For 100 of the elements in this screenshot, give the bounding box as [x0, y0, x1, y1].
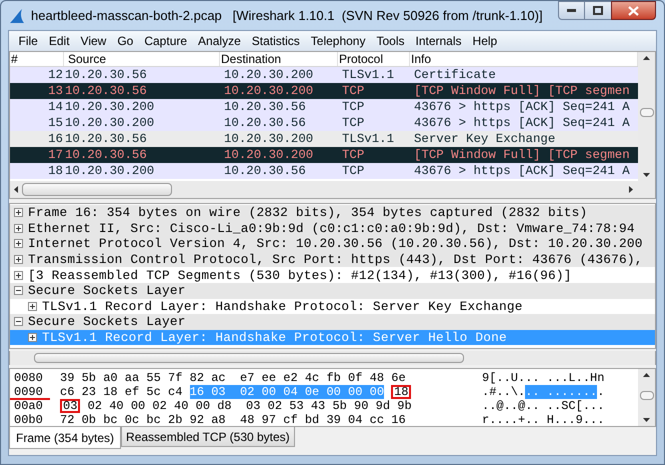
- packet-row[interactable]: 14 10.20.30.200 10.20.30.56 TCP 43676 > https [ACK] Seq=241 A: [10, 99, 638, 115]
- expand-icon[interactable]: [14, 239, 23, 248]
- hex-offset: 0080: [14, 371, 44, 385]
- scroll-down-icon: [643, 173, 650, 177]
- menu-item[interactable]: File: [13, 32, 44, 50]
- packet-row[interactable]: 16 10.20.30.56 10.20.30.200 TLSv1.1 Server Key Exchange: [10, 131, 638, 147]
- table-cell-text: 12: [47, 67, 64, 83]
- table-cell-text: 10.20.30.56: [223, 163, 307, 179]
- menu-item[interactable]: Help: [467, 32, 503, 50]
- packet-row[interactable]: 18 10.20.30.200 10.20.30.56 TCP 43676 > https [ACK] Seq=241 A: [10, 163, 638, 179]
- table-cell-text: TLSv1.1: [341, 131, 396, 147]
- hex-bytes: c6 23 18 ef 5c c4: [60, 385, 184, 399]
- tree-item[interactable]: Frame 16: 354 bytes on wire (2832 bits), 354 bytes captured (2832 bits): [10, 205, 655, 221]
- maximize-button[interactable]: [585, 1, 611, 20]
- expand-icon[interactable]: [14, 208, 23, 218]
- tree-item-label: TLSv1.1 Record Layer: Handshake Protocol: Server Hello Done: [42, 330, 507, 346]
- ascii-text: .#..\.: [482, 385, 526, 399]
- table-cell-text: 14: [47, 99, 64, 115]
- scroll-thumb[interactable]: [640, 391, 654, 400]
- table-cell-text: TCP: [341, 147, 366, 163]
- table-cell-text: 15: [47, 115, 64, 131]
- packet-row[interactable]: 12 10.20.30.56 10.20.30.200 TLSv1.1 Certificate: [10, 67, 638, 83]
- collapse-icon[interactable]: [14, 286, 23, 296]
- close-icon: [628, 6, 639, 16]
- menu-item[interactable]: Analyze: [192, 32, 246, 50]
- tree-item-label: Secure Sockets Layer: [28, 283, 186, 298]
- vertical-scrollbar[interactable]: [638, 369, 655, 426]
- tree-item[interactable]: Secure Sockets Layer: [10, 282, 655, 299]
- table-cell-text: 10.20.30.56: [64, 131, 148, 147]
- table-cell-text: TCP: [341, 99, 366, 115]
- tree-item-label: [3 Reassembled TCP Segments (530 bytes): #12(134), #13(300), #16(96)]: [28, 268, 572, 283]
- expand-icon[interactable]: [28, 302, 37, 311]
- horizontal-scrollbar[interactable]: [10, 181, 655, 198]
- packet-row[interactable]: 15 10.20.30.200 10.20.30.56 TCP 43676 > https [ACK] Seq=241 A: [10, 115, 638, 131]
- tab[interactable]: Frame (354 bytes): [9, 427, 122, 449]
- menu-item[interactable]: Telephony: [305, 32, 371, 50]
- tree-item-label: Secure Sockets Layer: [28, 314, 186, 330]
- table-cell-text: 10.20.30.200: [64, 99, 156, 115]
- table-cell-text: 10.20.30.200: [223, 83, 314, 99]
- table-cell-text: 10.20.30.200: [64, 163, 156, 179]
- expand-icon[interactable]: [14, 224, 23, 233]
- table-cell-text: 10.20.30.200: [223, 67, 314, 83]
- expand-icon[interactable]: [14, 270, 23, 280]
- scroll-down-icon: [643, 418, 650, 422]
- restore-icon: [593, 6, 603, 15]
- table-cell-text: 10.20.30.56: [64, 67, 148, 83]
- table-cell-text: 10.20.30.200: [223, 131, 314, 147]
- table-cell-text: 10.20.30.56: [223, 99, 307, 115]
- ascii-text: r....+.. H...9...: [482, 413, 604, 427]
- expand-icon[interactable]: [28, 333, 37, 342]
- minimize-button[interactable]: [558, 1, 585, 20]
- hex-bytes: 39 5b a0 aa 55 7f 82 ac e7 ee e2 4c fb 0f 48 6e: [60, 371, 406, 385]
- table-cell-text: 18: [47, 163, 64, 179]
- vertical-scrollbar[interactable]: [638, 52, 655, 181]
- table-cell-text: 43676 > https [ACK] Seq=241 A: [413, 99, 631, 115]
- hex-bytes: 03: [60, 399, 80, 413]
- ascii-text: ..@..@.. ..SC[...: [482, 399, 604, 413]
- column-header[interactable]: #: [10, 52, 64, 66]
- hex-bytes: 02 40 00 02 40 00 d8 03 02 53 43 5b 90 9d 9b: [86, 399, 412, 413]
- tab[interactable]: Reassembled TCP (530 bytes): [121, 427, 295, 447]
- table-cell-text: [TCP Window Full] [TCP segmen: [413, 147, 631, 163]
- minimize-icon: [567, 9, 576, 12]
- window-title: heartbleed-masscan-both-2.pcap [Wireshark 1.10.1 (SVN Rev 50926 from /trunk-1.10)]: [31, 6, 543, 25]
- menu-item[interactable]: View: [75, 32, 112, 50]
- column-header[interactable]: Source: [64, 52, 220, 66]
- menu-item[interactable]: Edit: [43, 32, 76, 50]
- table-cell-text: [TCP Window Full] [TCP segmen: [413, 83, 631, 99]
- tree-item-label: Frame 16: 354 bytes on wire (2832 bits), 354 bytes captured (2832 bits): [28, 205, 588, 220]
- menu-item[interactable]: Capture: [138, 32, 193, 50]
- ascii-text: .. .......: [525, 385, 598, 399]
- scroll-up-icon: [643, 373, 650, 377]
- tree-item[interactable]: Secure Sockets Layer: [10, 314, 655, 330]
- packet-row[interactable]: 13 10.20.30.56 10.20.30.200 TCP [TCP Window Full] [TCP segmen: [10, 83, 638, 99]
- close-button[interactable]: [611, 1, 656, 20]
- table-cell-text: 10.20.30.200: [223, 147, 314, 163]
- table-cell-text: 43676 > https [ACK] Seq=241 A: [413, 163, 631, 179]
- scroll-thumb[interactable]: [640, 108, 654, 117]
- hex-bytes: 16 03 02 00 04 0e 00 00 00: [190, 385, 384, 399]
- column-header[interactable]: Destination: [220, 52, 338, 66]
- hex-bytes: 72 0b bc 0c bc 2b 92 a8 48 97 cf bd 39 04 cc 16: [60, 413, 406, 427]
- table-cell-text: 13: [47, 83, 64, 99]
- scroll-thumb[interactable]: [22, 183, 172, 196]
- packet-row[interactable]: 17 10.20.30.56 10.20.30.200 TCP [TCP Window Full] [TCP segmen: [10, 147, 638, 163]
- table-cell-text: TLSv1.1: [341, 67, 396, 83]
- menu-item[interactable]: Go: [112, 32, 139, 50]
- menu-item[interactable]: Tools: [370, 32, 410, 50]
- menu-item[interactable]: Internals: [410, 32, 468, 50]
- collapse-icon[interactable]: [14, 317, 23, 326]
- scroll-thumb[interactable]: [34, 353, 464, 363]
- hex-offset: 00a0: [14, 399, 44, 413]
- hex-offset: 00b0: [14, 413, 44, 427]
- column-header[interactable]: Protocol: [338, 52, 410, 66]
- table-cell-text: TCP: [341, 163, 366, 179]
- table-cell-text: Server Key Exchange: [413, 131, 556, 147]
- horizontal-scrollbar[interactable]: [9, 351, 656, 365]
- scroll-up-icon: [643, 56, 650, 60]
- tree-item[interactable]: TLSv1.1 Record Layer: Handshake Protocol: Server Key Exchange: [10, 298, 655, 314]
- menu-item[interactable]: Statistics: [246, 32, 306, 50]
- underline-mark: [10, 398, 50, 400]
- expand-icon[interactable]: [14, 255, 23, 264]
